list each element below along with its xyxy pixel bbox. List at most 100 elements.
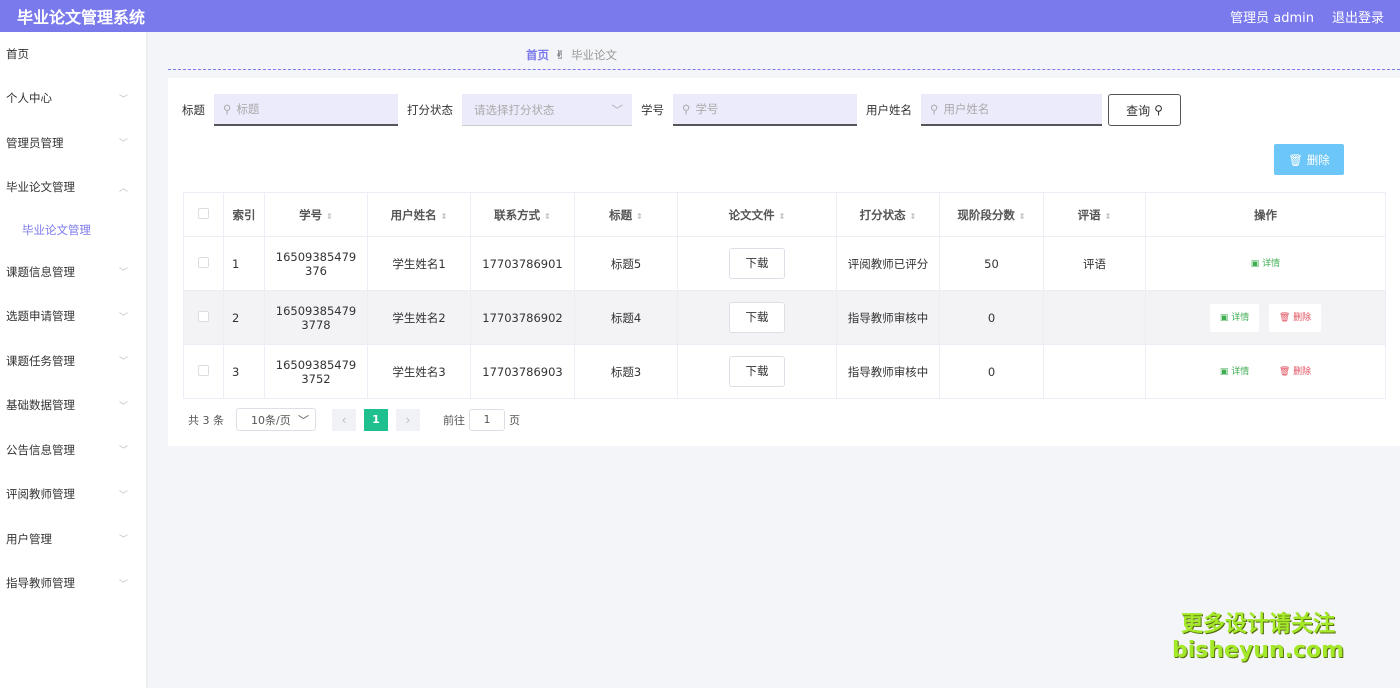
sidebar-item-reviewer[interactable]: 评阅教师管理 ﹀	[0, 472, 146, 517]
sidebar-item-thesis-management[interactable]: 毕业论文管理 ︿	[0, 165, 146, 210]
sidebar-subitem-thesis-management[interactable]: 毕业论文管理	[0, 210, 146, 250]
status-placeholder: 请选择打分状态	[474, 102, 555, 117]
row-checkbox[interactable]	[198, 310, 209, 322]
page-size-select[interactable]: 10条/页 ﹀	[236, 408, 316, 431]
name-search-input[interactable]: ⚲ 用户姓名	[921, 94, 1102, 126]
logout-link[interactable]: 退出登录	[1332, 7, 1384, 26]
sid-search-input[interactable]: ⚲ 学号	[673, 94, 857, 126]
search-icon: ⚲	[1154, 103, 1163, 117]
sort-icon[interactable]: ⇕	[910, 212, 917, 221]
title-search-input[interactable]: ⚲ 标题	[214, 94, 398, 126]
download-button[interactable]: 下载	[729, 248, 785, 279]
sidebar-item-topic-info[interactable]: 课题信息管理 ﹀	[0, 250, 146, 295]
sidebar-item-label: 基础数据管理	[6, 398, 75, 413]
sidebar-item-personal-center[interactable]: 个人中心 ﹀	[0, 76, 146, 121]
select-all-cell[interactable]	[183, 192, 224, 237]
file-cell: 下载	[677, 236, 837, 291]
title-placeholder: 标题	[236, 102, 260, 116]
column-header-label: 用户姓名	[390, 207, 437, 222]
sort-icon[interactable]: ⇕	[1105, 212, 1112, 221]
detail-button[interactable]: ▣ 详情	[1209, 357, 1260, 386]
status-select[interactable]: 请选择打分状态 ﹀	[462, 94, 632, 126]
sidebar-item-supervisor[interactable]: 指导教师管理 ﹀	[0, 561, 146, 606]
sort-icon[interactable]: ⇕	[441, 212, 448, 221]
sort-icon[interactable]: ⇕	[326, 212, 333, 221]
sidebar-item-label: 指导教师管理	[6, 576, 75, 591]
sid-placeholder: 学号	[695, 102, 719, 116]
chevron-down-icon: ﹀	[118, 579, 128, 590]
sort-icon[interactable]: ⇕	[544, 212, 551, 221]
current-user[interactable]: 管理员 admin	[1230, 7, 1314, 26]
column-header[interactable]: 联系方式 ⇕	[470, 192, 575, 237]
row-checkbox[interactable]	[198, 364, 209, 376]
column-header: 操作	[1145, 192, 1386, 237]
breadcrumb-home[interactable]: 首页	[526, 47, 549, 63]
chevron-down-icon: ﹀	[118, 268, 128, 279]
detail-button[interactable]: ▣ 详情	[1209, 303, 1260, 332]
sidebar-item-label: 个人中心	[6, 91, 52, 106]
divider	[168, 69, 1400, 70]
column-header-label: 论文文件	[728, 207, 775, 222]
download-button[interactable]: 下载	[729, 356, 785, 387]
goto-label: 前往	[443, 413, 465, 427]
actions-cell: ▣ 详情	[1145, 236, 1386, 291]
sidebar-item-home[interactable]: 首页	[0, 32, 146, 76]
sort-icon[interactable]: ⇕	[1019, 212, 1026, 221]
sidebar-item-notice[interactable]: 公告信息管理 ﹀	[0, 428, 146, 473]
thesis-table: 索引 学号 ⇕ 用户姓名 ⇕ 联系方式 ⇕ 标题 ⇕ 论文文件 ⇕ 打分状态 ⇕ 现阶段分数…	[183, 192, 1386, 399]
sidebar-item-admin-management[interactable]: 管理员管理 ﹀	[0, 121, 146, 166]
column-header[interactable]: 打分状态 ⇕	[836, 192, 940, 237]
watermark-line1: 更多设计请关注	[1181, 612, 1336, 637]
sid-cell: 16509385479376	[264, 236, 368, 291]
page-number-current[interactable]: 1	[364, 408, 388, 431]
next-page-button[interactable]: ›	[396, 408, 420, 431]
phone-cell: 17703786903	[470, 344, 575, 399]
column-header[interactable]: 评语 ⇕	[1043, 192, 1146, 237]
column-header-label: 联系方式	[494, 207, 541, 222]
sidebar-item-users[interactable]: 用户管理 ﹀	[0, 517, 146, 562]
detail-button[interactable]: ▣ 详情	[1240, 249, 1291, 278]
sidebar-item-topic-application[interactable]: 选题申请管理 ﹀	[0, 294, 146, 339]
sidebar-item-label: 课题任务管理	[6, 353, 75, 368]
column-header[interactable]: 用户姓名 ⇕	[367, 192, 471, 237]
goto-page-input[interactable]: 1	[469, 408, 505, 431]
top-bar: 毕业论文管理系统 管理员 admin 退出登录	[0, 0, 1400, 32]
phone-cell: 17703786902	[470, 290, 575, 345]
main-content: 首页 ✌ 毕业论文 标题 ⚲ 标题 打分状态 请选择打分状态 ﹀ 学号 ⚲ 学号 用户…	[146, 32, 1400, 688]
column-header[interactable]: 标题 ⇕	[574, 192, 678, 237]
row-select-cell[interactable]	[183, 236, 224, 291]
watermark-line2: bisheyun.com	[1172, 638, 1345, 663]
prev-page-button[interactable]: ‹	[332, 408, 356, 431]
index-cell: 1	[223, 236, 265, 291]
search-icon: ⚲	[223, 102, 232, 116]
trash-icon: 🗑	[1288, 152, 1303, 167]
sort-icon[interactable]: ⇕	[636, 212, 643, 221]
delete-button[interactable]: 🗑 删除	[1268, 303, 1322, 332]
page-unit-label: 页	[509, 413, 520, 427]
actions-cell: ▣ 详情 🗑 删除	[1145, 290, 1386, 345]
select-all-checkbox[interactable]	[198, 207, 209, 219]
sidebar-item-topic-task[interactable]: 课题任务管理 ﹀	[0, 339, 146, 384]
row-select-cell[interactable]	[183, 344, 224, 399]
sid-label: 学号	[641, 103, 664, 117]
sort-icon[interactable]: ⇕	[779, 212, 786, 221]
name-cell: 学生姓名2	[367, 290, 471, 345]
comment-cell	[1043, 344, 1146, 399]
row-select-cell[interactable]	[183, 290, 224, 345]
column-header[interactable]: 现阶段分数 ⇕	[939, 192, 1044, 237]
column-header[interactable]: 论文文件 ⇕	[677, 192, 837, 237]
column-header[interactable]: 学号 ⇕	[264, 192, 368, 237]
sidebar-item-base-data[interactable]: 基础数据管理 ﹀	[0, 383, 146, 428]
delete-button[interactable]: 🗑 删除	[1268, 357, 1322, 386]
chevron-down-icon: ﹀	[298, 413, 309, 427]
download-button[interactable]: 下载	[729, 302, 785, 333]
row-checkbox[interactable]	[198, 256, 209, 268]
detail-label: 详情	[1231, 366, 1250, 377]
table-row: 2 165093854793778 学生姓名2 17703786902 标题4 …	[183, 290, 1386, 345]
delete-label: 删除	[1293, 366, 1312, 377]
sidebar-item-label: 评阅教师管理	[6, 487, 75, 502]
column-header-label: 评语	[1077, 207, 1101, 222]
batch-delete-button[interactable]: 🗑 删除	[1274, 144, 1344, 175]
detail-label: 详情	[1231, 312, 1250, 323]
query-button[interactable]: 查询 ⚲	[1108, 94, 1181, 126]
